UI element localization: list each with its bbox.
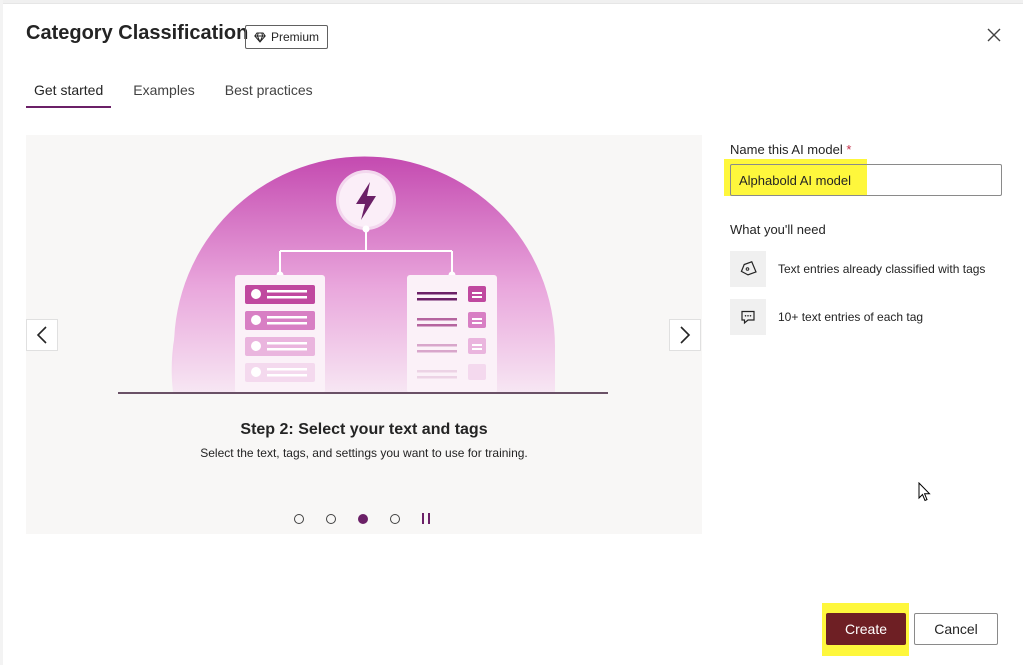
carousel-dot-3[interactable] — [358, 513, 368, 524]
close-icon — [987, 28, 1001, 42]
carousel-pagination — [294, 513, 430, 524]
step-illustration — [118, 156, 608, 394]
tab-examples[interactable]: Examples — [125, 78, 202, 108]
premium-badge: Premium — [245, 25, 329, 49]
model-name-label-text: Name this AI model — [730, 142, 843, 157]
model-name-input[interactable] — [730, 164, 1002, 196]
dialog: Category Classification Premium Get star… — [0, 0, 1023, 665]
carousel: Step 2: Select your text and tags Select… — [26, 135, 702, 534]
background-edge-left — [0, 0, 3, 665]
chevron-left-icon — [36, 326, 47, 344]
create-button[interactable]: Create — [826, 613, 906, 645]
requirement-text: Text entries already classified with tag… — [778, 262, 986, 276]
tab-best-practices[interactable]: Best practices — [217, 78, 321, 108]
background-edge — [0, 0, 1023, 4]
carousel-next-button[interactable] — [669, 319, 701, 351]
tag-icon — [730, 251, 766, 287]
pause-button[interactable] — [422, 513, 430, 524]
carousel-dot-4[interactable] — [390, 513, 400, 524]
premium-label: Premium — [271, 30, 320, 44]
carousel-prev-button[interactable] — [26, 319, 58, 351]
chevron-right-icon — [680, 326, 691, 344]
carousel-dot-1[interactable] — [294, 513, 304, 524]
comment-icon — [730, 299, 766, 335]
pause-icon — [422, 513, 424, 524]
close-button[interactable] — [983, 24, 1005, 46]
diamond-icon — [254, 32, 266, 43]
carousel-dot-2[interactable] — [326, 513, 336, 524]
cancel-button[interactable]: Cancel — [914, 613, 998, 645]
tab-get-started[interactable]: Get started — [26, 78, 112, 108]
dialog-title: Category Classification — [26, 22, 249, 44]
requirement-item: 10+ text entries of each tag — [730, 299, 923, 335]
required-marker: * — [846, 142, 852, 157]
pause-icon-bar — [428, 513, 430, 524]
tab-list: Get started Examples Best practices — [26, 78, 335, 108]
requirement-item: Text entries already classified with tag… — [730, 251, 985, 287]
requirement-text: 10+ text entries of each tag — [778, 310, 924, 324]
requirements-title: What you'll need — [730, 222, 826, 237]
step-title: Step 2: Select your text and tags — [240, 421, 488, 438]
step-description: Select the text, tags, and settings you … — [200, 446, 528, 460]
mouse-cursor-icon — [918, 482, 931, 502]
model-name-label: Name this AI model * — [730, 142, 851, 157]
